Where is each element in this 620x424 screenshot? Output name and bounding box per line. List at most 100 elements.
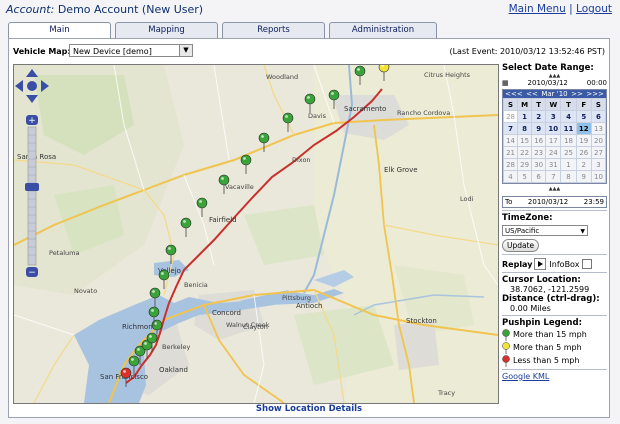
logout-link[interactable]: Logout — [576, 3, 612, 15]
calendar-day[interactable]: 13 — [590, 122, 607, 135]
google-kml-link[interactable]: Google KML — [502, 372, 607, 381]
replay-row: Replay InfoBox — [502, 258, 607, 270]
weekday-header: T — [531, 98, 547, 111]
place-label: Citrus Heights — [424, 71, 471, 79]
calendar-day[interactable]: 25 — [560, 146, 577, 159]
calendar-day[interactable]: 27 — [590, 146, 607, 159]
calendar-day[interactable]: 8 — [560, 170, 577, 183]
prev-month-button[interactable]: << — [526, 90, 538, 98]
vehicle-select[interactable]: New Device [demo] ▼ — [69, 44, 193, 57]
weekday-header: W — [545, 98, 562, 111]
calendar-day[interactable]: 23 — [531, 146, 547, 159]
calendar-day[interactable]: 15 — [517, 134, 533, 147]
pushpin-legend: More than 15 mph More than 5 mph Less than… — [502, 328, 607, 367]
legend-item: Less than 5 mph — [502, 354, 607, 367]
calendar-day[interactable]: 4 — [560, 110, 577, 123]
account-info: Account: Demo Account (New User) — [6, 3, 203, 16]
update-button[interactable]: Update — [502, 239, 540, 252]
calendar-day[interactable]: 14 — [502, 134, 519, 147]
calendar-day[interactable]: 18 — [560, 134, 577, 147]
calendar-day[interactable]: 30 — [531, 158, 547, 171]
calendar-day[interactable]: 1 — [517, 110, 533, 123]
account-label: Account: — [6, 3, 55, 16]
place-label: Fairfield — [209, 216, 237, 224]
calendar-day[interactable]: 3 — [545, 110, 562, 123]
calendar-day[interactable]: 28 — [502, 110, 519, 123]
show-location-details-link[interactable]: Show Location Details — [9, 404, 609, 414]
zoom-handle — [25, 183, 39, 191]
prev-year-button[interactable]: <<< — [505, 90, 523, 98]
timezone-value: US/Pacific — [505, 227, 540, 235]
calendar-nav: <<< << Mar '10 >> >>> — [503, 90, 606, 98]
play-icon[interactable] — [534, 258, 547, 270]
place-label: Lodi — [460, 195, 474, 203]
calendar-day[interactable]: 3 — [590, 158, 607, 171]
to-date-display[interactable]: To 2010/03/12 23:59 — [502, 196, 607, 208]
to-time: 23:59 — [583, 198, 604, 206]
infobox-label: InfoBox — [549, 259, 580, 269]
calendar-day[interactable]: 17 — [545, 134, 562, 147]
tab-reports[interactable]: Reports — [222, 22, 325, 38]
distance-value: 0.00 Miles — [510, 304, 551, 313]
calendar-day[interactable]: 1 — [560, 158, 577, 171]
cursor-location-label: Cursor Location: — [502, 275, 581, 285]
weekday-header: S — [502, 98, 519, 111]
account-name: Demo Account (New User) — [57, 3, 204, 16]
calendar-day[interactable]: 6 — [531, 170, 547, 183]
calendar-day[interactable]: 20 — [590, 134, 607, 147]
cursor-location-value: 38.7062, -121.2599 — [510, 285, 590, 294]
tab-mapping[interactable]: Mapping — [115, 22, 218, 38]
place-label: Antioch — [296, 302, 322, 310]
calendar-day[interactable]: 9 — [575, 170, 592, 183]
calendar-day[interactable]: 4 — [502, 170, 519, 183]
calendar-day[interactable]: 24 — [545, 146, 562, 159]
map-canvas[interactable]: Woodland Sacramento Rancho Cordova Citru… — [14, 65, 498, 403]
calendar-day[interactable]: 16 — [531, 134, 547, 147]
calendar-day[interactable]: 10 — [590, 170, 607, 183]
calendar-day[interactable]: 19 — [575, 134, 592, 147]
next-year-button[interactable]: >>> — [586, 90, 604, 98]
calendar-day[interactable]: 2 — [575, 158, 592, 171]
pushpin-icon — [502, 341, 510, 354]
calendar-day[interactable]: 26 — [575, 146, 592, 159]
calendar-day[interactable]: 29 — [517, 158, 533, 171]
infobox-checkbox[interactable] — [582, 259, 593, 269]
to-time-arrows[interactable]: ▲▲▲ — [502, 186, 607, 192]
legend-label: Less than 5 mph — [513, 356, 580, 365]
calendar-day[interactable]: 5 — [517, 170, 533, 183]
calendar-day[interactable]: 12 — [575, 122, 592, 135]
tab-main[interactable]: Main — [8, 22, 111, 39]
weekday-header: M — [517, 98, 533, 111]
calendar-day[interactable]: 8 — [517, 122, 533, 135]
calendar-day[interactable]: 10 — [545, 122, 562, 135]
place-label: Dixon — [292, 156, 311, 164]
weekday-header: F — [575, 98, 592, 111]
calendar-day[interactable]: 5 — [575, 110, 592, 123]
to-label: To — [505, 198, 513, 206]
from-date-display[interactable]: ▦ 2010/03/12 00:00 — [502, 79, 607, 87]
calendar-day[interactable]: 9 — [531, 122, 547, 135]
tab-administration[interactable]: Administration — [329, 22, 437, 38]
pushpin-icon — [502, 328, 510, 341]
calendar-day[interactable]: 31 — [545, 158, 562, 171]
calendar-day[interactable]: 2 — [531, 110, 547, 123]
chevron-down-icon[interactable]: ▼ — [179, 45, 192, 56]
timezone-select[interactable]: US/Pacific ▼ — [502, 225, 588, 236]
calendar-day[interactable]: 7 — [545, 170, 562, 183]
calendar-day[interactable]: 21 — [502, 146, 519, 159]
pushpin-legend-title: Pushpin Legend: — [502, 318, 582, 328]
calendar-day[interactable]: 28 — [502, 158, 519, 171]
calendar-day[interactable]: 6 — [590, 110, 607, 123]
main-menu-link[interactable]: Main Menu — [509, 3, 566, 15]
vehicle-map-label: Vehicle Map: — [13, 47, 71, 56]
calendar-day[interactable]: 22 — [517, 146, 533, 159]
map-view[interactable]: Woodland Sacramento Rancho Cordova Citru… — [13, 64, 499, 404]
calendar-day[interactable]: 7 — [502, 122, 519, 135]
calendar-day[interactable]: 11 — [560, 122, 577, 135]
from-date: 2010/03/12 — [527, 79, 568, 87]
next-month-button[interactable]: >> — [571, 90, 583, 98]
calendar-icon: ▦ — [502, 79, 509, 87]
replay-label: Replay — [502, 259, 533, 269]
timezone-label: TimeZone: — [502, 213, 553, 223]
place-label: Woodland — [266, 73, 298, 81]
